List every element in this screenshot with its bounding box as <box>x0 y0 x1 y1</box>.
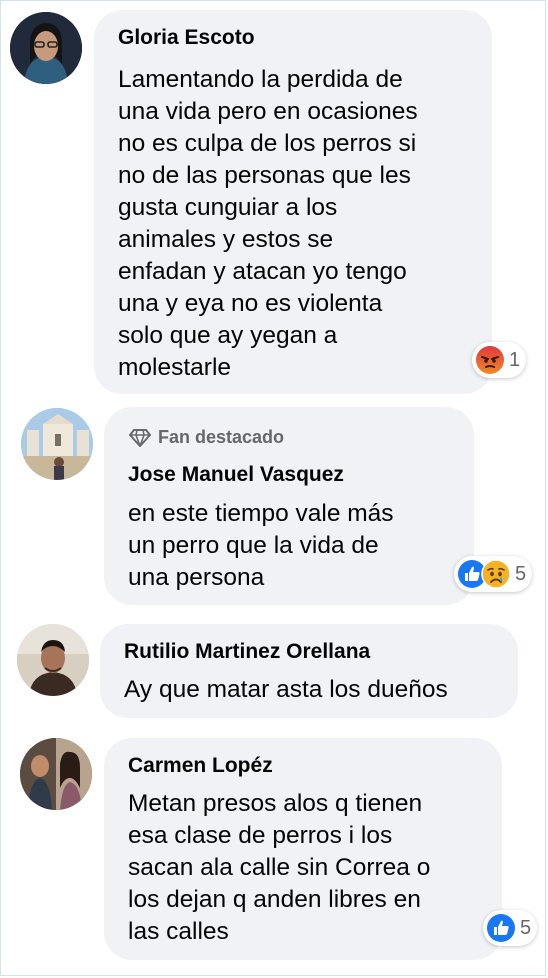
comment-text: Ay que matar asta los dueños <box>124 674 448 706</box>
comment-bubble-3[interactable]: Rutilio Martinez Orellana Ay que matar a… <box>100 624 518 718</box>
comment-text-line: una y eya no es violenta <box>118 290 383 317</box>
reaction-count: 1 <box>509 348 521 371</box>
comment-text-line: no de las personas que les <box>118 162 411 189</box>
comment-bubble-4[interactable]: Carmen Lopéz Metan presos alos q tienen … <box>104 738 502 960</box>
comment-text-line: gusta cunguiar a los <box>118 194 338 221</box>
comment-text-line: las calles <box>128 918 229 945</box>
comment-author[interactable]: Gloria Escoto <box>118 26 255 50</box>
reaction-summary-4[interactable]: 5 <box>483 910 538 946</box>
comment-text-line: sacan ala calle sin Correa o <box>128 854 431 881</box>
comment-author[interactable]: Jose Manuel Vasquez <box>128 463 344 487</box>
comment-text-line: animales y estos se <box>118 226 334 253</box>
comment-author[interactable]: Carmen Lopéz <box>128 754 273 778</box>
comment-author[interactable]: Rutilio Martinez Orellana <box>124 640 370 664</box>
comment-text-line: solo que ay yegan a <box>118 322 338 349</box>
comment-text: Lamentando la perdida de una vida pero e… <box>118 64 418 384</box>
comment-text: en este tiempo vale más un perro que la … <box>128 498 394 594</box>
reaction-summary-1[interactable]: 1 <box>472 342 527 378</box>
comment-text-line: molestarle <box>118 354 232 381</box>
avatar-gloria-escoto[interactable] <box>10 12 82 84</box>
comment-text-line: los dejan q anden libres en <box>128 886 421 913</box>
reaction-summary-2[interactable]: 5 <box>454 556 533 592</box>
comment-text-line: en este tiempo vale más <box>128 500 394 527</box>
top-fan-badge[interactable]: Fan destacado <box>128 427 284 448</box>
reaction-count: 5 <box>515 562 527 585</box>
comment-text-line: Metan presos alos q tienen <box>128 790 423 817</box>
diamond-icon <box>128 428 152 448</box>
comment-text-line: Lamentando la perdida de <box>118 66 403 93</box>
comment-text: Metan presos alos q tienen esa clase de … <box>128 788 430 948</box>
like-icon <box>486 913 516 943</box>
avatar-rutilio-martinez-orellana[interactable] <box>17 624 89 696</box>
comment-text-line: no es culpa de los perros si <box>118 130 417 157</box>
comment-text-line: Ay que matar asta los dueños <box>124 676 448 703</box>
comment-text-line: enfadan y atacan yo tengo <box>118 258 407 285</box>
top-fan-label: Fan destacado <box>158 427 285 447</box>
reaction-count: 5 <box>520 916 532 939</box>
angry-icon <box>475 345 505 375</box>
comment-bubble-2[interactable]: Fan destacado Jose Manuel Vasquez en est… <box>104 407 474 605</box>
comment-text-line: una persona <box>128 564 265 591</box>
comment-text-line: una vida pero en ocasiones <box>118 98 418 125</box>
comment-text-line: esa clase de perros i los <box>128 822 393 849</box>
avatar-carmen-lopez[interactable] <box>20 738 92 810</box>
comment-bubble-1[interactable]: Gloria Escoto Lamentando la perdida de u… <box>94 10 492 394</box>
comment-text-line: un perro que la vida de <box>128 532 379 559</box>
avatar-jose-manuel-vasquez[interactable] <box>21 408 93 480</box>
sad-icon <box>481 559 511 589</box>
